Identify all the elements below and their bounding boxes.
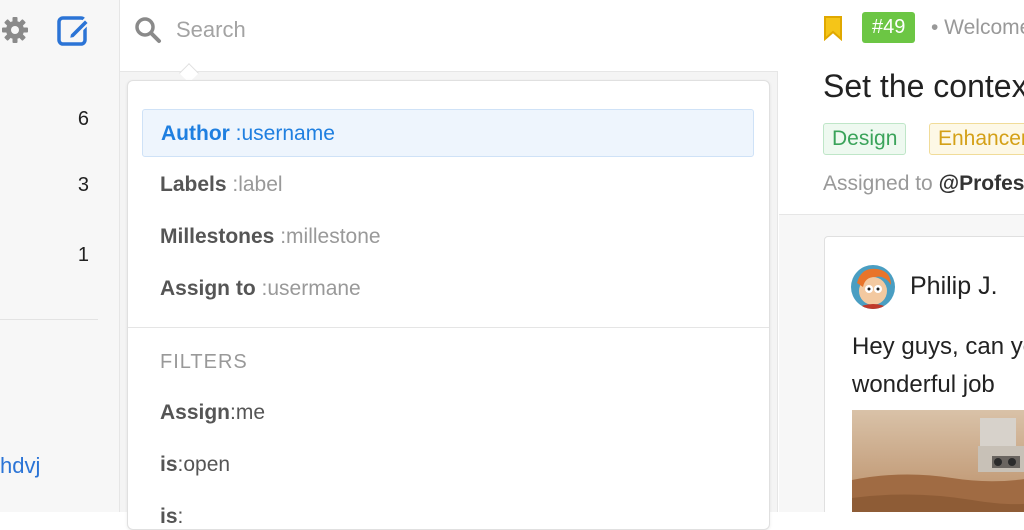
filter-key: is bbox=[160, 505, 178, 528]
filter-is-open[interactable]: is:open bbox=[160, 453, 230, 477]
compose-icon[interactable] bbox=[56, 12, 92, 53]
suggestion-labels[interactable]: Labels :label bbox=[142, 161, 754, 209]
nav-count: 6 bbox=[77, 108, 89, 130]
search-panel: Author :username Labels :label Milleston… bbox=[120, 0, 778, 530]
filter-is[interactable]: is: bbox=[160, 505, 183, 529]
nav-count: 3 bbox=[77, 174, 89, 196]
assignee-line: Assigned to @Professor bbox=[823, 172, 1024, 196]
filter-assign-me[interactable]: Assign:me bbox=[160, 401, 265, 425]
label-enhancement[interactable]: Enhancement bbox=[929, 123, 1024, 155]
suggestion-value: :label bbox=[232, 173, 283, 196]
suggestion-assign-to[interactable]: Assign to :usermane bbox=[142, 265, 754, 313]
suggestion-key: Millestones bbox=[160, 225, 275, 248]
filter-value: : bbox=[177, 505, 184, 528]
dropdown-divider bbox=[128, 327, 769, 328]
suggestion-value: :usermane bbox=[261, 277, 361, 300]
avatar[interactable] bbox=[851, 265, 895, 309]
suggestion-key: Assign to bbox=[160, 277, 256, 300]
filter-value: :open bbox=[177, 453, 231, 476]
bookmark-icon[interactable] bbox=[823, 15, 843, 46]
nav-count: 1 bbox=[77, 244, 89, 266]
search-bar bbox=[120, 0, 778, 72]
issue-detail-panel: #49 • Welcome Set the context Design Enh… bbox=[779, 0, 1024, 512]
suggestion-value: :username bbox=[235, 122, 335, 145]
issue-title: Set the context bbox=[823, 68, 1024, 104]
search-suggestions-dropdown: Author :username Labels :label Milleston… bbox=[127, 80, 770, 530]
comment-author[interactable]: Philip J. bbox=[910, 272, 998, 301]
assignee-link[interactable]: @Professor bbox=[939, 172, 1024, 195]
suggestion-key: Author bbox=[161, 122, 230, 145]
issue-number-badge: #49 bbox=[862, 12, 916, 43]
filters-heading: FILTERS bbox=[160, 351, 248, 373]
search-icon bbox=[134, 16, 162, 49]
comment-line: wonderful job bbox=[852, 371, 995, 398]
filter-key: Assign bbox=[160, 401, 231, 424]
suggestion-milestones[interactable]: Millestones :millestone bbox=[142, 213, 754, 261]
sidebar-divider bbox=[0, 319, 98, 320]
suggestion-key: Labels bbox=[160, 173, 227, 196]
breadcrumb[interactable]: • Welcome bbox=[931, 16, 1024, 40]
suggestion-value: :millestone bbox=[280, 225, 381, 248]
sidebar-link[interactable]: hdvj bbox=[0, 453, 40, 479]
comment-line: Hey guys, can you bbox=[852, 333, 1024, 360]
suggestion-author[interactable]: Author :username bbox=[142, 109, 754, 157]
label-design[interactable]: Design bbox=[823, 123, 907, 155]
search-input[interactable] bbox=[176, 16, 756, 44]
gear-icon[interactable] bbox=[0, 14, 30, 51]
assigned-prefix: Assigned to bbox=[823, 172, 933, 195]
filter-value: :me bbox=[230, 401, 266, 424]
left-sidebar: 6 3 1 hdvj bbox=[0, 0, 120, 512]
attached-photo[interactable] bbox=[852, 410, 1024, 512]
comment-body: Hey guys, can you wonderful job bbox=[852, 328, 1024, 404]
filter-key: is bbox=[160, 453, 178, 476]
